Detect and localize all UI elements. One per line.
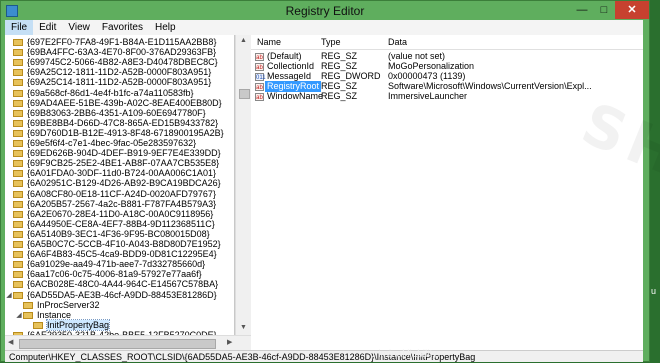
tree-item-label: {6A205B57-2567-4a2c-B881-F787FA4B579A3} — [27, 198, 217, 209]
folder-icon — [13, 180, 23, 188]
column-data[interactable]: Data — [388, 35, 407, 49]
folder-icon — [13, 220, 23, 228]
tree-item-label: {6A44950E-CE8A-4EF7-88B4-9D112368511C} — [27, 218, 215, 229]
folder-icon — [13, 251, 23, 259]
menu-edit[interactable]: Edit — [33, 20, 62, 35]
hscroll-thumb[interactable] — [19, 339, 216, 349]
tree-item-label: {6A02951C-B129-4D26-AB92-B9CA19BDCA26} — [27, 178, 221, 189]
window-title: Registry Editor — [285, 4, 365, 18]
folder-icon — [13, 89, 23, 97]
value-type: REG_SZ — [321, 91, 358, 101]
tree-item-label: {69B83063-2BB6-4351-A109-60E6947780F} — [27, 107, 206, 118]
folder-icon — [13, 99, 23, 107]
tree-item-label: {69BA4FFC-63A3-4E70-8F00-376AD29363FB} — [27, 47, 217, 58]
tree-horizontal-scrollbar[interactable]: ◀ ▶ — [5, 335, 251, 350]
tree-item-label: InitPropertyBag — [45, 318, 111, 331]
folder-icon — [13, 190, 23, 198]
value-name: WindowName — [267, 91, 324, 101]
folder-icon — [13, 160, 23, 168]
scroll-thumb[interactable] — [239, 89, 250, 99]
maximize-button[interactable]: □ — [593, 1, 615, 19]
menu-file[interactable]: File — [5, 20, 34, 35]
folder-icon — [13, 200, 23, 208]
folder-icon — [13, 241, 23, 248]
folder-icon — [13, 271, 23, 279]
folder-icon — [13, 140, 23, 147]
string-value-icon: ab — [255, 63, 264, 71]
menu-view[interactable]: View — [62, 20, 96, 35]
key-tree: {697E2FF0-7FA8-49F1-B84A-E1D115AA2BB8} {6… — [5, 35, 235, 350]
close-button[interactable]: ✕ — [615, 1, 649, 19]
menu-favorites[interactable]: Favorites — [96, 20, 149, 35]
column-name[interactable]: Name — [257, 35, 281, 49]
scroll-up-icon[interactable]: ▲ — [240, 37, 247, 44]
tree-item-label: {6AD55DA5-AE3B-46cf-A9DD-88453E81286D} — [27, 289, 217, 300]
tree-item-label: {6A5140B9-3EC1-4F36-9F95-BC080015D08} — [27, 228, 210, 239]
column-type[interactable]: Type — [321, 35, 341, 49]
tree-item-label: {69a568cf-86d1-4e4f-b1fc-a74a110583fb} — [27, 87, 194, 98]
tree-item-label: {697E2FF0-7FA8-49F1-B84A-E1D115AA2BB8} — [27, 37, 217, 47]
folder-icon — [23, 301, 33, 309]
folder-icon — [13, 59, 23, 67]
value-row[interactable]: ab WindowName REG_SZ ImmersiveLauncher — [251, 91, 643, 102]
folder-icon — [13, 261, 23, 269]
tree-item-label: {6A2E0670-28E4-11D0-A18C-00A0C9118956} — [27, 208, 214, 219]
menu-bar: File Edit View Favorites Help — [5, 20, 643, 36]
folder-icon — [13, 79, 23, 87]
folder-icon — [13, 170, 23, 178]
tree-item-label: {69ED626B-904D-4DEF-B919-9EF7E4E339DD} — [27, 148, 221, 159]
tree-item-label: {6A01FDA0-30DF-11d0-B724-00AA006C1A01} — [27, 168, 216, 179]
title-bar[interactable]: Registry Editor — □ ✕ — [1, 1, 649, 21]
folder-icon — [13, 109, 23, 117]
binary-value-icon: 011 — [255, 73, 266, 81]
tree-item-label: {69F9CB25-25E2-4BE1-AB8F-07AA7CB535E8} — [27, 158, 220, 169]
tree-item-label: {69e5f6f4-c7e1-4bec-9fac-05e283597632} — [27, 138, 197, 148]
scroll-right-icon[interactable]: ▶ — [227, 338, 232, 346]
scroll-left-icon[interactable]: ◀ — [8, 338, 13, 346]
minimize-button[interactable]: — — [571, 1, 593, 19]
values-list: Name Type Data SHOCK ab (Default) REG_SZ (v… — [251, 35, 660, 350]
tree-item-label: Instance — [37, 309, 72, 320]
tree-item-label: {69A25C14-1811-11D2-A52B-0000F803A951} — [27, 77, 212, 88]
tree-item-label: {6a91029e-aa49-471b-aee7-7d332785660d} — [27, 259, 206, 270]
tree-item-label: {6A08CF80-0E18-11CF-A24D-0020AFD79767} — [27, 188, 216, 199]
tree-item-label: {69BE8BB4-D66D-47C8-865A-ED15B9433782} — [27, 117, 219, 128]
tree-item-label: {6ACB028E-48C0-4A44-964C-E14567C578BA} — [27, 279, 219, 290]
tree-item-label: {6A6F4B83-45C5-4ca9-BDD9-0D81C12295E4} — [27, 249, 217, 260]
folder-icon — [13, 230, 23, 238]
string-value-icon: ab — [255, 83, 264, 91]
value-data: ImmersiveLauncher — [388, 91, 468, 101]
folder-icon — [13, 69, 23, 77]
tree-item-label: {6aa17c06-0c75-4006-81a9-57927e77aa6f} — [27, 269, 202, 280]
folder-icon — [13, 39, 23, 46]
tree-item-label: {69AD4AEE-51BE-439b-A02C-8EAE400EB80D} — [27, 97, 222, 108]
string-value-icon: ab — [255, 53, 264, 61]
background-fragment: u — [651, 286, 657, 296]
folder-icon — [33, 321, 43, 329]
tree-item-label: {6A5B0C7C-5CCB-4F10-A043-B8D80D7E1952} — [27, 239, 221, 249]
folder-icon — [13, 119, 23, 127]
folder-icon — [13, 150, 23, 158]
tree-item-label: InProcServer32 — [37, 299, 100, 310]
tree-item-label: {69A25C12-1811-11D2-A52B-0000F803A951} — [27, 67, 212, 78]
folder-icon — [13, 49, 23, 57]
folder-icon — [23, 311, 33, 319]
editor-client-area: {697E2FF0-7FA8-49F1-B84A-E1D115AA2BB8} {6… — [5, 35, 660, 350]
folder-icon — [13, 291, 23, 299]
expand-icon[interactable]: ◢ — [5, 290, 13, 301]
status-bar: Computer\HKEY_CLASSES_ROOT\CLSID\{6AD55D… — [5, 350, 643, 362]
expand-icon[interactable]: ◢ — [15, 310, 23, 321]
string-value-icon: ab — [255, 93, 264, 101]
tree-vertical-scrollbar[interactable]: ▲ ▼ — [235, 35, 251, 335]
background-text: criminal liability. — [370, 349, 440, 360]
folder-icon — [13, 210, 23, 218]
list-header: Name Type Data — [251, 35, 643, 50]
folder-icon — [13, 129, 23, 137]
scroll-down-icon[interactable]: ▼ — [240, 324, 247, 331]
tree-item-label: {699745C2-5066-4B82-A8E3-D40478DBEC8C} — [27, 57, 218, 68]
tree-item-label: {69D760D1B-B12E-4913-8F48-6718900195A2B} — [27, 127, 224, 138]
folder-icon — [13, 281, 23, 289]
menu-help[interactable]: Help — [149, 20, 182, 35]
